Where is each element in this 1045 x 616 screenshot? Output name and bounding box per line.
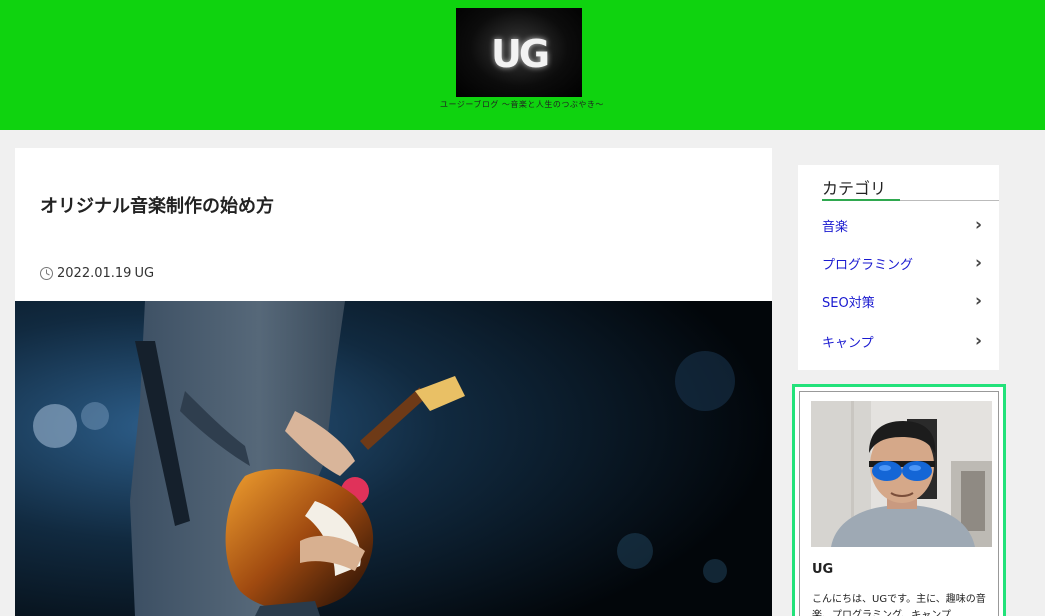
chevron-right-icon: › <box>974 291 982 311</box>
post-date: 2022.01.19 <box>57 266 132 281</box>
article-card: オリジナル音楽制作の始め方 2022.01.19 UG <box>15 148 772 616</box>
hero-image <box>15 301 772 616</box>
profile-bio: こんにちは、UGです。主に、趣味の音楽、プログラミング、キャンプ <box>812 594 986 616</box>
heading-accent-line <box>822 199 900 201</box>
profile-card: UG こんにちは、UGです。主に、趣味の音楽、プログラミング、キャンプ <box>799 391 999 616</box>
category-label: SEO対策 <box>822 295 875 311</box>
site-header: UG ユージーブログ ～音楽と人生のつぶやき～ <box>0 0 1045 130</box>
site-tagline: ユージーブログ ～音楽と人生のつぶやき～ <box>440 100 604 109</box>
category-label: プログラミング <box>822 257 914 273</box>
category-link-programming[interactable]: プログラミング › <box>822 251 982 275</box>
post-author[interactable]: UG <box>134 266 154 281</box>
post-meta: 2022.01.19 UG <box>39 266 154 281</box>
avatar <box>811 401 992 547</box>
post-title: オリジナル音楽制作の始め方 <box>40 196 274 217</box>
category-link-music[interactable]: 音楽 › <box>822 213 982 237</box>
chevron-right-icon: › <box>974 253 982 273</box>
site-logo[interactable]: UG <box>456 8 582 97</box>
chevron-right-icon: › <box>974 331 982 351</box>
logo-text: UG <box>490 32 550 76</box>
profile-widget: UG こんにちは、UGです。主に、趣味の音楽、プログラミング、キャンプ <box>792 384 1006 616</box>
category-label: キャンプ <box>822 335 874 351</box>
profile-name: UG <box>812 562 834 577</box>
chevron-right-icon: › <box>974 215 982 235</box>
clock-icon <box>39 266 54 281</box>
category-link-seo[interactable]: SEO対策 › <box>822 289 982 313</box>
category-heading: カテゴリ <box>822 179 887 198</box>
category-widget: カテゴリ 音楽 › プログラミング › SEO対策 › キャンプ › <box>798 165 999 370</box>
category-label: 音楽 <box>822 219 849 235</box>
category-link-camp[interactable]: キャンプ › <box>822 329 982 353</box>
